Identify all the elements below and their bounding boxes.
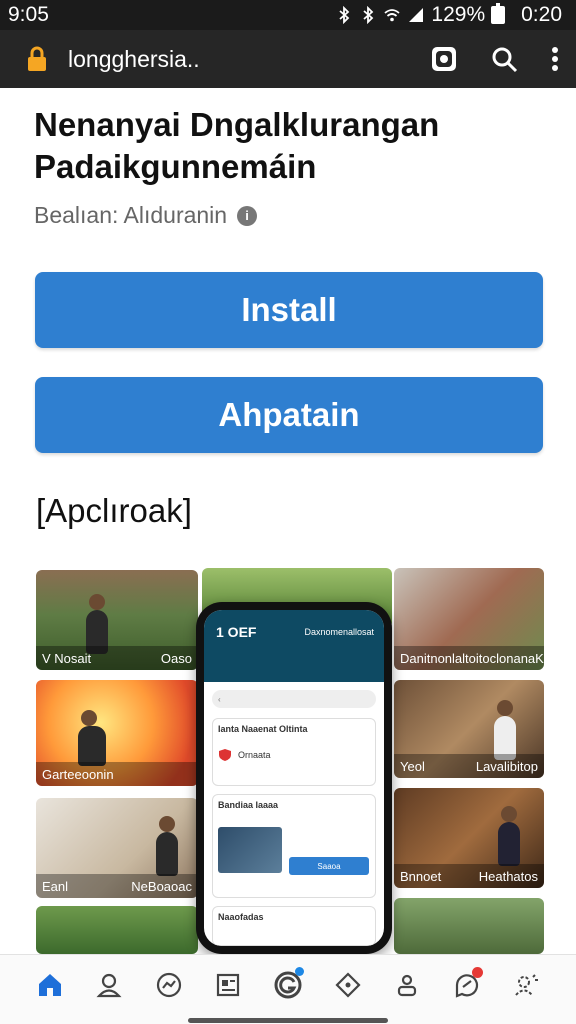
wifi-icon bbox=[384, 9, 400, 22]
nav-groups[interactable] bbox=[270, 966, 306, 1003]
nav-assistant[interactable] bbox=[508, 967, 544, 1003]
more-vert-icon[interactable] bbox=[550, 45, 560, 73]
app-subtitle-row: Bealıan: Alıduranin i bbox=[34, 202, 258, 229]
tile-caption-right: Lavalibitop bbox=[475, 758, 538, 774]
profile-icon bbox=[96, 973, 122, 997]
tile-caption-left: Garteeoonin bbox=[42, 766, 114, 782]
tile-caption-left: V Nosait bbox=[42, 650, 92, 666]
nav-messenger[interactable] bbox=[151, 967, 187, 1003]
person-figure bbox=[156, 816, 178, 876]
info-icon[interactable]: i bbox=[237, 205, 258, 226]
gallery-tile[interactable]: Garteeoonin bbox=[36, 680, 198, 786]
secondary-action-button[interactable]: Ahpatain bbox=[35, 377, 543, 453]
tile-caption-right: Heathatos bbox=[478, 868, 538, 884]
home-icon bbox=[38, 973, 61, 996]
bottom-navigation bbox=[0, 954, 576, 1024]
nav-chat[interactable] bbox=[449, 966, 485, 1003]
home-indicator[interactable] bbox=[188, 1018, 388, 1023]
tab-switcher-icon[interactable] bbox=[430, 45, 458, 73]
battery-icon bbox=[491, 3, 506, 24]
gallery-tile[interactable]: Danitnonlaltoitoclonana K bbox=[394, 568, 544, 670]
bluetooth-icon bbox=[339, 6, 350, 24]
install-button[interactable]: Install bbox=[35, 272, 543, 348]
tile-caption: Garteeoonin bbox=[36, 762, 198, 786]
phone-card: Ianta Naaenat Oltinta Ornaata bbox=[212, 718, 376, 786]
phone-screen: 1 OEF Daxnomenallosat ‹ Ianta Naaenat Ol… bbox=[204, 610, 384, 946]
tile-caption-left: Bnnoet bbox=[400, 868, 442, 884]
nav-news[interactable] bbox=[210, 967, 246, 1003]
status-time-right: 0:20 bbox=[521, 3, 562, 26]
signal-icon bbox=[409, 8, 424, 22]
status-time-left: 9:05 bbox=[8, 3, 49, 26]
app-title: Nenanyai Dngalklurangan Padaikgunnemáin bbox=[34, 106, 440, 185]
url-text[interactable]: longghersia.. bbox=[68, 46, 430, 73]
person-figure bbox=[78, 710, 106, 766]
phone-card: Naaofadas bbox=[212, 906, 376, 946]
tile-caption: V Nosait Oaso bbox=[36, 646, 198, 670]
tile-caption: Yeol Lavalibitop bbox=[394, 754, 544, 778]
tag-icon bbox=[334, 971, 361, 998]
browser-actions bbox=[430, 45, 560, 73]
phone-card-photo bbox=[218, 827, 282, 873]
phone-card: Bandiaa Iaaaa Saaoa bbox=[212, 794, 376, 898]
phone-header-title: 1 OEF bbox=[216, 624, 257, 640]
phone-url-bar: ‹ bbox=[212, 690, 376, 708]
person-figure bbox=[498, 806, 520, 866]
shield-icon bbox=[219, 749, 231, 761]
assistant-icon bbox=[515, 973, 539, 996]
tile-caption-right: K bbox=[535, 650, 544, 666]
browser-toolbar: longghersia.. bbox=[0, 30, 576, 88]
phone-card-button: Saaoa bbox=[289, 857, 369, 875]
people-icon bbox=[397, 974, 417, 996]
phone-card-title: Bandiaa Iaaaa bbox=[218, 800, 279, 810]
gallery-tile[interactable]: V Nosait Oaso bbox=[36, 570, 198, 670]
tile-caption-right: Oaso bbox=[160, 650, 192, 666]
tile-caption: Bnnoet Heathatos bbox=[394, 864, 544, 888]
section-title: [Apclıroak] bbox=[36, 492, 192, 529]
gallery-tile[interactable]: Eanl NeBoaoac bbox=[36, 798, 198, 898]
lock-icon bbox=[28, 46, 46, 71]
status-bar: 9:05 129% 0:20 bbox=[0, 0, 576, 30]
tile-caption: Danitnonlaltoitoclonana K bbox=[394, 646, 544, 670]
messenger-icon bbox=[156, 972, 181, 997]
page-content: Nenanyai Dngalklurangan Padaikgunnemáin … bbox=[0, 88, 576, 954]
gallery-tile[interactable] bbox=[36, 906, 198, 954]
app-subtitle: Bealıan: Alıduranin bbox=[34, 202, 228, 228]
notification-dot bbox=[294, 966, 304, 976]
nav-profile[interactable] bbox=[91, 967, 127, 1003]
phone-mockup: 1 OEF Daxnomenallosat ‹ Ianta Naaenat Ol… bbox=[196, 602, 392, 954]
status-icons: 129% 0:20 bbox=[335, 3, 562, 27]
phone-back-icon: ‹ bbox=[218, 694, 221, 704]
gallery-tile[interactable] bbox=[394, 898, 544, 954]
notification-dot bbox=[471, 966, 483, 978]
phone-card-title: Naaofadas bbox=[218, 912, 264, 922]
tile-caption-left: Yeol bbox=[400, 758, 425, 774]
gallery-tile[interactable]: Bnnoet Heathatos bbox=[394, 788, 544, 888]
nav-home[interactable] bbox=[32, 967, 68, 1003]
phone-card-title: Ianta Naaenat Oltinta bbox=[218, 724, 308, 734]
gallery-tile[interactable]: Yeol Lavalibitop bbox=[394, 680, 544, 778]
phone-card-line: Ornaata bbox=[238, 750, 271, 760]
news-icon bbox=[217, 973, 240, 996]
tile-caption-left: Eanl bbox=[42, 878, 69, 894]
search-icon[interactable] bbox=[490, 45, 518, 73]
phone-header: 1 OEF Daxnomenallosat bbox=[204, 610, 384, 682]
tile-caption: Eanl NeBoaoac bbox=[36, 874, 198, 898]
tile-caption-right: NeBoaoac bbox=[131, 878, 192, 894]
tile-caption-left: Danitnonlaltoitoclonana bbox=[400, 650, 536, 666]
bluetooth-icon bbox=[363, 6, 374, 24]
phone-header-sub: Daxnomenallosat bbox=[304, 627, 374, 637]
nav-tag[interactable] bbox=[330, 967, 366, 1003]
battery-percent: 129% bbox=[431, 3, 486, 26]
nav-people[interactable] bbox=[389, 967, 425, 1003]
